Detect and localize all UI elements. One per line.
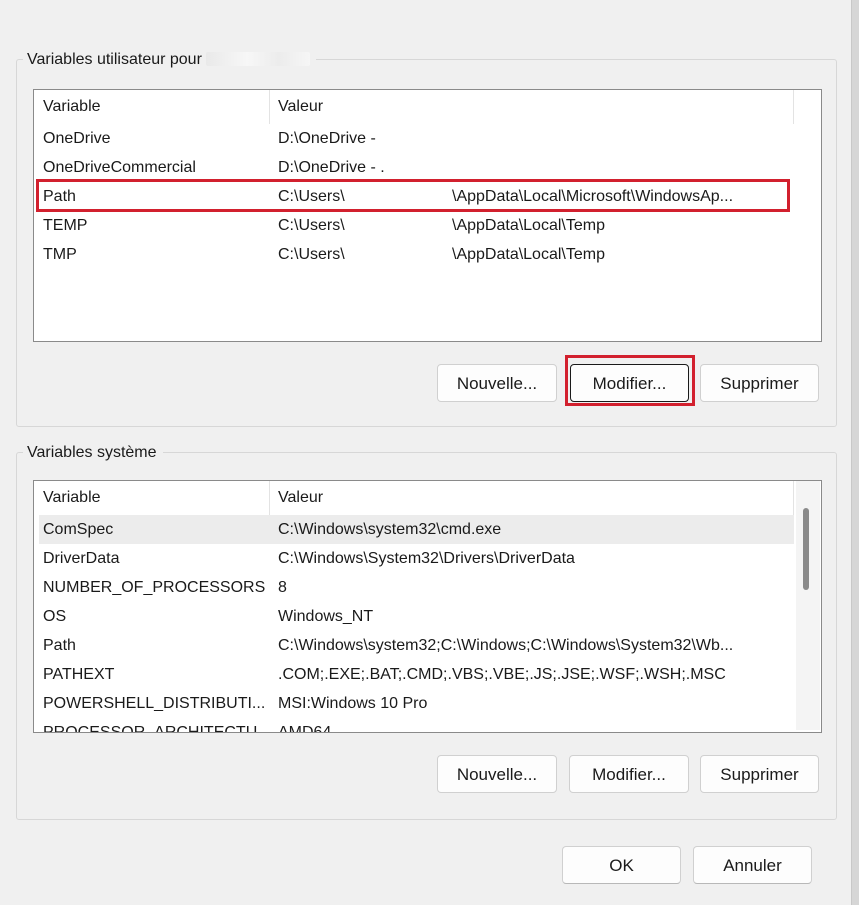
window-edge xyxy=(852,0,859,905)
variable-name: TMP xyxy=(43,246,77,263)
variable-value-tail: \AppData\Local\Temp xyxy=(452,246,605,263)
system-variables-list[interactable]: Variable Valeur ComSpec C:\Windows\syste… xyxy=(33,480,822,733)
user-new-button[interactable]: Nouvelle... xyxy=(437,364,557,402)
variable-value: C:\Windows\system32;C:\Windows;C:\Window… xyxy=(278,637,734,654)
variable-name: OneDrive xyxy=(43,130,111,147)
system-delete-button[interactable]: Supprimer xyxy=(700,755,819,793)
list-item-comspec[interactable]: ComSpec C:\Windows\system32\cmd.exe xyxy=(39,515,794,544)
variable-value: C:\Users\ xyxy=(278,217,345,234)
variable-value: C:\Windows\system32\cmd.exe xyxy=(278,521,502,538)
list-item-processor-architecture[interactable]: PROCESSOR_ARCHITECTU... AMD64 xyxy=(39,718,794,733)
variable-value: AMD64 xyxy=(278,724,332,733)
variable-name: DriverData xyxy=(43,550,120,567)
list-item-onedrive[interactable]: OneDrive D:\OneDrive - xyxy=(39,124,816,153)
ok-button[interactable]: OK xyxy=(562,846,681,884)
system-edit-button[interactable]: Modifier... xyxy=(569,755,689,793)
variable-value: 8 xyxy=(278,579,287,596)
column-separator xyxy=(269,481,270,515)
variable-value-tail: \AppData\Local\Temp xyxy=(452,217,605,234)
variable-name: POWERSHELL_DISTRIBUTI... xyxy=(43,695,266,712)
variable-value: C:\Users\ xyxy=(278,246,345,263)
variable-value: D:\OneDrive - . xyxy=(278,159,385,176)
variable-name: OneDriveCommercial xyxy=(43,159,196,176)
column-header-value[interactable]: Valeur xyxy=(278,481,323,515)
system-list-scrollbar[interactable] xyxy=(796,481,820,730)
environment-variables-dialog: Variables utilisateur pour Variable Vale… xyxy=(0,0,859,905)
variable-name: Path xyxy=(43,637,76,654)
list-item-number-of-processors[interactable]: NUMBER_OF_PROCESSORS 8 xyxy=(39,573,794,602)
scrollbar-thumb[interactable] xyxy=(803,508,809,590)
column-separator xyxy=(269,90,270,124)
list-item-driverdata[interactable]: DriverData C:\Windows\System32\Drivers\D… xyxy=(39,544,794,573)
list-item-tmp[interactable]: TMP C:\Users\ \AppData\Local\Temp xyxy=(39,240,816,269)
edit-button-highlight xyxy=(565,355,695,406)
column-header-variable[interactable]: Variable xyxy=(43,481,101,515)
variable-value: MSI:Windows 10 Pro xyxy=(278,695,428,712)
variable-value: C:\Windows\System32\Drivers\DriverData xyxy=(278,550,575,567)
variable-name: TEMP xyxy=(43,217,88,234)
user-variables-title-text: Variables utilisateur pour xyxy=(27,51,202,68)
path-row-highlight xyxy=(36,179,790,212)
system-list-header: Variable Valeur xyxy=(34,481,821,515)
user-variables-title: Variables utilisateur pour xyxy=(23,51,316,69)
variable-value: .COM;.EXE;.BAT;.CMD;.VBS;.VBE;.JS;.JSE;.… xyxy=(278,666,726,683)
variable-name: ComSpec xyxy=(43,521,114,538)
list-item-powershell-distribution[interactable]: POWERSHELL_DISTRIBUTI... MSI:Windows 10 … xyxy=(39,689,794,718)
list-item-temp[interactable]: TEMP C:\Users\ \AppData\Local\Temp xyxy=(39,211,816,240)
column-header-value[interactable]: Valeur xyxy=(278,90,323,124)
list-item-pathext[interactable]: PATHEXT .COM;.EXE;.BAT;.CMD;.VBS;.VBE;.J… xyxy=(39,660,794,689)
column-separator xyxy=(793,90,794,124)
variable-name: NUMBER_OF_PROCESSORS xyxy=(43,579,266,596)
user-delete-button[interactable]: Supprimer xyxy=(700,364,819,402)
list-item-path[interactable]: Path C:\Windows\system32;C:\Windows;C:\W… xyxy=(39,631,794,660)
column-header-variable[interactable]: Variable xyxy=(43,90,101,124)
list-item-onedrivecommercial[interactable]: OneDriveCommercial D:\OneDrive - . xyxy=(39,153,816,182)
list-item-os[interactable]: OS Windows_NT xyxy=(39,602,794,631)
variable-name: OS xyxy=(43,608,67,625)
variable-name: PATHEXT xyxy=(43,666,115,683)
variable-value: D:\OneDrive - xyxy=(278,130,376,147)
system-new-button[interactable]: Nouvelle... xyxy=(437,755,557,793)
variable-name: PROCESSOR_ARCHITECTU... xyxy=(43,724,271,733)
column-separator xyxy=(793,481,794,515)
system-variables-title: Variables système xyxy=(23,444,163,462)
cancel-button[interactable]: Annuler xyxy=(693,846,812,884)
user-variables-list[interactable]: Variable Valeur OneDrive D:\OneDrive - O… xyxy=(33,89,822,342)
user-list-header: Variable Valeur xyxy=(34,90,821,124)
redacted-username xyxy=(205,52,310,66)
variable-value: Windows_NT xyxy=(278,608,374,625)
